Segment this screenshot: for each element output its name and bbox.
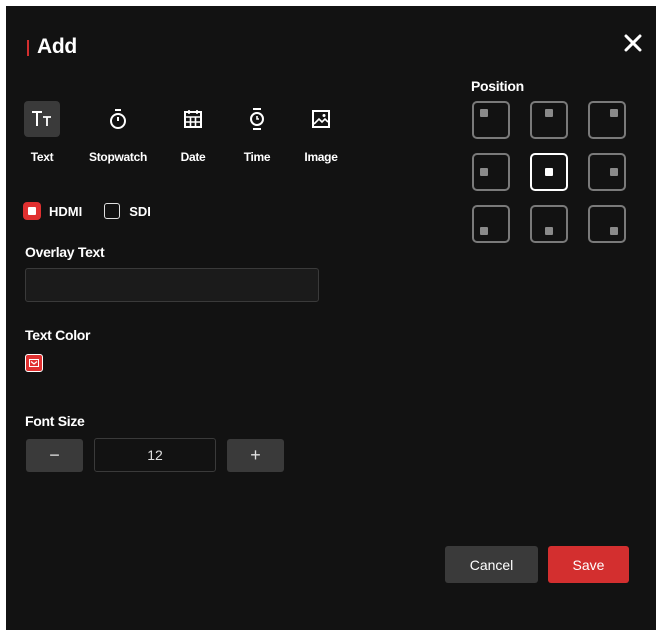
position-top-right[interactable]: [588, 101, 626, 139]
text-color-swatch[interactable]: [25, 354, 43, 372]
position-middle-left[interactable]: [472, 153, 510, 191]
watch-icon: [239, 101, 275, 137]
title-accent-bar: [27, 40, 29, 56]
position-dot: [610, 168, 618, 176]
position-dot: [545, 227, 553, 235]
position-top-left[interactable]: [472, 101, 510, 139]
checkbox-checked-icon: [24, 203, 40, 219]
position-middle-right[interactable]: [588, 153, 626, 191]
tool-label: Text: [30, 150, 54, 164]
position-dot: [480, 168, 488, 176]
font-size-label: Font Size: [25, 413, 85, 429]
output-selector: HDMI SDI: [24, 203, 173, 219]
font-size-increment-button[interactable]: +: [227, 439, 284, 472]
image-icon: [303, 101, 339, 137]
position-dot: [480, 227, 488, 235]
position-dot: [610, 109, 618, 117]
position-bottom-center[interactable]: [530, 205, 568, 243]
close-icon[interactable]: [620, 30, 646, 56]
overlay-text-label: Overlay Text: [25, 244, 105, 260]
tool-label: Stopwatch: [89, 150, 147, 164]
tool-date[interactable]: Date: [163, 101, 223, 164]
stopwatch-icon: [100, 101, 136, 137]
tool-stopwatch[interactable]: Stopwatch: [88, 101, 148, 164]
tool-time[interactable]: Time: [227, 101, 287, 164]
position-label: Position: [471, 78, 524, 94]
position-bottom-left[interactable]: [472, 205, 510, 243]
add-overlay-dialog: Add Text Stopwatch Date Time Image HDMI …: [6, 6, 656, 630]
position-top-center[interactable]: [530, 101, 568, 139]
dialog-title: Add: [37, 35, 77, 58]
hdmi-checkbox[interactable]: HDMI: [24, 203, 82, 219]
font-size-decrement-button[interactable]: −: [26, 439, 83, 472]
position-center[interactable]: [530, 153, 568, 191]
position-dot: [545, 168, 553, 176]
calendar-icon: [175, 101, 211, 137]
position-dot: [480, 109, 488, 117]
text-color-label: Text Color: [25, 327, 91, 343]
tool-label: Date: [180, 150, 206, 164]
position-dot: [610, 227, 618, 235]
sdi-label: SDI: [129, 203, 151, 219]
overlay-text-input[interactable]: [25, 268, 319, 302]
chevron-down-icon: [29, 359, 39, 367]
position-bottom-right[interactable]: [588, 205, 626, 243]
position-dot: [545, 109, 553, 117]
tool-label: Image: [304, 150, 338, 164]
text-icon: [24, 101, 60, 137]
cancel-button[interactable]: Cancel: [445, 546, 538, 583]
sdi-checkbox[interactable]: SDI: [104, 203, 151, 219]
tool-label: Time: [243, 150, 271, 164]
plus-icon: +: [250, 445, 261, 465]
hdmi-label: HDMI: [49, 203, 83, 219]
save-button[interactable]: Save: [548, 546, 629, 583]
tool-image[interactable]: Image: [291, 101, 351, 164]
tool-text[interactable]: Text: [12, 101, 72, 164]
minus-icon: −: [49, 445, 60, 465]
checkbox-unchecked-icon: [104, 203, 121, 219]
font-size-value[interactable]: 12: [94, 438, 216, 472]
